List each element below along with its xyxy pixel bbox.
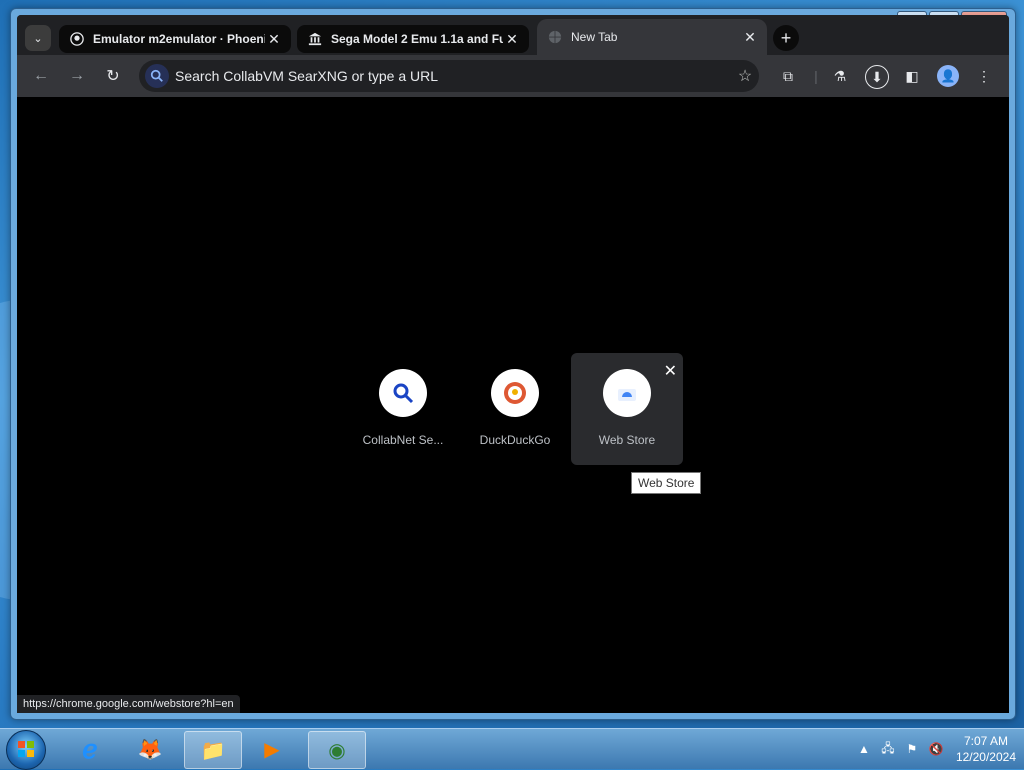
browser-window: ▁ ☐ ✕ ⌄ Emulator m2emulator · Phoeni ✕ S… bbox=[10, 8, 1016, 720]
omnibox-placeholder: Search CollabVM SearXNG or type a URL bbox=[175, 68, 438, 84]
bookmark-star-icon[interactable]: ☆ bbox=[731, 66, 759, 86]
side-panel-icon[interactable]: ◧ bbox=[901, 65, 923, 87]
shortcut-webstore[interactable]: Web Store ✕ bbox=[571, 353, 683, 465]
status-bubble: https://chrome.google.com/webstore?hl=en bbox=[17, 695, 240, 713]
profile-icon[interactable]: 👤 bbox=[937, 65, 959, 87]
taskbar: ℯ 🦊 📁 ▶ ◉ ▲ 🖧 ⚑ 🔇 7:07 AM 12/20/2024 bbox=[0, 728, 1024, 770]
labs-icon[interactable]: ⚗ bbox=[829, 65, 851, 87]
volume-muted-icon[interactable]: 🔇 bbox=[926, 742, 946, 756]
internet-explorer-icon[interactable]: ℯ bbox=[62, 731, 118, 767]
globe-icon bbox=[547, 29, 563, 45]
system-tray: ▲ 🖧 ⚑ 🔇 7:07 AM 12/20/2024 bbox=[854, 729, 1016, 769]
shortcut-tooltip: Web Store bbox=[631, 472, 702, 494]
shortcut-duckduckgo[interactable]: DuckDuckGo bbox=[459, 353, 571, 465]
shortcut-label: CollabNet Se... bbox=[362, 433, 444, 447]
tab-sega-model2[interactable]: Sega Model 2 Emu 1.1a and Fu ✕ bbox=[297, 25, 529, 53]
chrome-browser: ⌄ Emulator m2emulator · Phoeni ✕ Sega Mo… bbox=[17, 15, 1009, 713]
media-player-icon[interactable]: ▶ bbox=[244, 731, 300, 767]
network-icon[interactable]: 🖧 bbox=[878, 739, 898, 760]
menu-icon[interactable]: ⋮ bbox=[973, 65, 995, 87]
search-icon bbox=[145, 64, 169, 88]
toolbar-divider: | bbox=[814, 68, 818, 84]
shortcut-label: Web Store bbox=[598, 433, 656, 447]
shortcut-collabnet[interactable]: CollabNet Se... bbox=[347, 353, 459, 465]
tab-title: Sega Model 2 Emu 1.1a and Fu bbox=[331, 32, 503, 46]
remove-shortcut-icon[interactable]: ✕ bbox=[664, 361, 677, 381]
start-button[interactable] bbox=[6, 730, 46, 770]
back-button[interactable]: ← bbox=[29, 64, 53, 88]
tab-search-button[interactable]: ⌄ bbox=[25, 25, 51, 51]
new-tab-page: CollabNet Se... DuckDuckGo Web Store ✕ W… bbox=[17, 97, 1009, 713]
action-center-flag-icon[interactable]: ⚑ bbox=[902, 742, 922, 756]
clock-date: 12/20/2024 bbox=[955, 750, 1016, 764]
omnibox[interactable]: Search CollabVM SearXNG or type a URL ☆ bbox=[139, 60, 759, 92]
duckduckgo-icon bbox=[491, 369, 539, 417]
browser-toolbar: ← → ↻ Search CollabVM SearXNG or type a … bbox=[17, 55, 1009, 97]
close-tab-icon[interactable]: ✕ bbox=[503, 31, 521, 48]
file-explorer-icon[interactable]: 📁 bbox=[184, 731, 242, 769]
tab-title: New Tab bbox=[571, 30, 618, 44]
close-tab-icon[interactable]: ✕ bbox=[741, 29, 759, 46]
new-tab-button[interactable]: + bbox=[773, 25, 799, 51]
windows-logo-icon bbox=[18, 741, 34, 757]
firefox-icon[interactable]: 🦊 bbox=[122, 731, 178, 767]
close-tab-icon[interactable]: ✕ bbox=[265, 31, 283, 48]
magnifier-icon bbox=[379, 369, 427, 417]
chrome-app-icon[interactable]: ◉ bbox=[308, 731, 366, 769]
clock-time: 7:07 AM bbox=[963, 734, 1008, 748]
tab-title: Emulator m2emulator · Phoeni bbox=[93, 32, 265, 46]
forward-button[interactable]: → bbox=[65, 64, 89, 88]
tab-strip: ⌄ Emulator m2emulator · Phoeni ✕ Sega Mo… bbox=[17, 15, 1009, 57]
reload-button[interactable]: ↻ bbox=[101, 64, 125, 88]
tab-new-tab[interactable]: New Tab ✕ bbox=[537, 19, 767, 55]
extensions-icon[interactable]: ⧉ bbox=[777, 65, 799, 87]
show-hidden-icons-icon[interactable]: ▲ bbox=[854, 742, 874, 756]
tab-emulator[interactable]: Emulator m2emulator · Phoeni ✕ bbox=[59, 25, 291, 53]
shortcut-label: DuckDuckGo bbox=[479, 433, 551, 447]
museum-icon bbox=[307, 31, 323, 47]
webstore-icon bbox=[603, 369, 651, 417]
download-icon[interactable]: ⬇ bbox=[865, 65, 889, 89]
clock[interactable]: 7:07 AM 12/20/2024 bbox=[956, 733, 1016, 765]
github-icon bbox=[69, 31, 85, 47]
